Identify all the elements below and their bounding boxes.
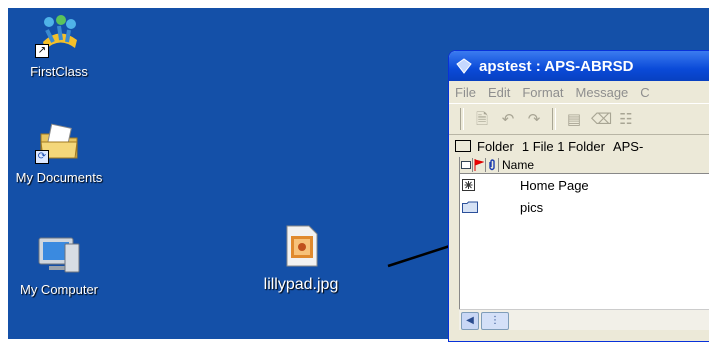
desktop-icon-label: My Documents <box>15 170 103 185</box>
scroll-thumb[interactable]: ⋮ <box>481 312 509 330</box>
status-path: APS- <box>612 138 644 154</box>
toolbar: 🗎 ↶ ↷ ▤ ⌫ ☷ <box>449 103 709 135</box>
list-item[interactable]: Home Page <box>460 174 709 196</box>
toolbar-separator <box>460 108 464 130</box>
my-computer-icon <box>35 230 83 278</box>
print-icon[interactable]: ▤ <box>565 110 583 128</box>
menu-bar: File Edit Format Message C <box>449 81 709 103</box>
firstclass-window[interactable]: apstest : APS-ABRSD File Edit Format Mes… <box>448 50 709 342</box>
scroll-left-icon[interactable]: ◀ <box>461 312 479 330</box>
list-item[interactable]: pics <box>460 196 709 218</box>
desktop-icon-my-computer[interactable]: My Computer <box>8 230 114 297</box>
file-list: Name Home Page pics <box>459 157 709 309</box>
column-attachment-icon[interactable] <box>486 158 499 172</box>
forward-icon[interactable]: ↷ <box>525 110 543 128</box>
desktop-icon-firstclass[interactable]: ↗ FirstClass <box>8 12 114 79</box>
list-header: Name <box>460 157 709 174</box>
jpg-file-icon <box>277 222 325 270</box>
desktop-icon-my-documents[interactable]: ⟳ My Documents <box>8 118 114 185</box>
properties-icon[interactable]: ☷ <box>617 110 635 128</box>
reply-icon[interactable]: ↶ <box>499 110 517 128</box>
status-bar: Folder 1 File 1 Folder APS- <box>449 135 709 158</box>
menu-file[interactable]: File <box>449 85 482 100</box>
status-counts: 1 File 1 Folder <box>521 138 605 154</box>
my-documents-icon: ⟳ <box>35 118 83 166</box>
menu-message[interactable]: Message <box>570 85 635 100</box>
desktop-icon-label: lillypad.jpg <box>263 276 339 293</box>
window-titlebar[interactable]: apstest : APS-ABRSD <box>449 51 709 81</box>
list-item-name: Home Page <box>520 177 589 193</box>
menu-c[interactable]: C <box>634 85 655 100</box>
home-page-icon <box>462 179 476 191</box>
window-title: apstest : APS-ABRSD <box>479 57 634 75</box>
firstclass-icon: ↗ <box>35 12 83 60</box>
menu-format[interactable]: Format <box>516 85 569 100</box>
new-document-icon[interactable]: 🗎 <box>473 110 491 128</box>
folder-icon <box>455 140 471 152</box>
column-type-icon[interactable] <box>460 158 473 172</box>
menu-edit[interactable]: Edit <box>482 85 516 100</box>
column-flag-icon[interactable] <box>473 158 486 172</box>
status-folder-label: Folder <box>477 138 514 154</box>
desktop-icon-label: My Computer <box>19 282 99 297</box>
window-left-border <box>449 157 459 341</box>
desktop-icon-lillypad[interactable]: lillypad.jpg <box>246 222 356 294</box>
column-name[interactable]: Name <box>499 158 534 172</box>
desktop-icon-label: FirstClass <box>30 64 88 79</box>
folder-icon <box>462 201 478 213</box>
toolbar-separator <box>552 108 556 130</box>
horizontal-scrollbar[interactable]: ◀ ⋮ <box>459 309 709 330</box>
trash-icon[interactable]: ⌫ <box>591 110 612 128</box>
firstclass-diamond-icon <box>455 58 473 74</box>
list-item-name: pics <box>520 199 544 215</box>
